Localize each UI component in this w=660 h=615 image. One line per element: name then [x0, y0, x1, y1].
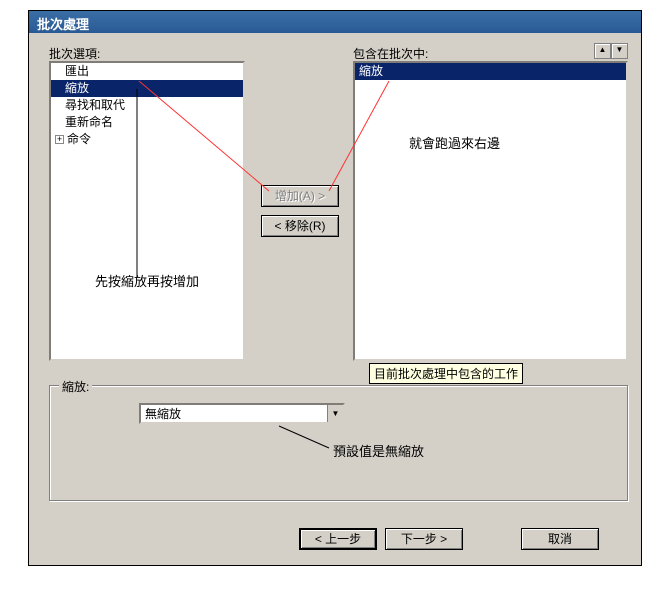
dialog-content: 批次選項: 包含在批次中: ▲ ▼ 匯出 縮放 尋找和取代 重新命名 +命令 縮…: [29, 33, 641, 565]
list-item-selected[interactable]: 縮放: [51, 80, 243, 97]
dialog-title: 批次處理: [37, 17, 89, 32]
list-item-selected[interactable]: 縮放: [355, 63, 626, 80]
next-button[interactable]: 下一步 >: [385, 528, 463, 550]
move-down-button[interactable]: ▼: [611, 43, 628, 59]
list-item[interactable]: 尋找和取代: [51, 97, 243, 114]
scale-combobox[interactable]: 無縮放 ▼: [139, 403, 345, 424]
options-label: 批次選項:: [49, 45, 100, 62]
annotation-text: 預設值是無縮放: [333, 441, 424, 460]
expand-icon[interactable]: +: [55, 135, 64, 144]
annotation-text: 就會跑過來右邊: [409, 133, 500, 152]
combo-value: 無縮放: [141, 405, 327, 422]
tree-item[interactable]: +命令: [51, 131, 243, 148]
batch-dialog: 批次處理 批次選項: 包含在批次中: ▲ ▼ 匯出 縮放 尋找和取代 重新命名 …: [28, 10, 642, 566]
move-up-button[interactable]: ▲: [594, 43, 611, 59]
groupbox-label: 縮放:: [59, 378, 92, 395]
options-listbox[interactable]: 匯出 縮放 尋找和取代 重新命名 +命令: [49, 61, 245, 361]
tree-item-label: 命令: [67, 132, 91, 146]
reorder-spinner[interactable]: ▲ ▼: [594, 43, 628, 59]
included-label: 包含在批次中:: [353, 45, 428, 62]
title-bar: 批次處理: [29, 11, 641, 33]
list-item[interactable]: 重新命名: [51, 114, 243, 131]
tooltip: 目前批次處理中包含的工作: [369, 363, 523, 384]
annotation-text: 先按縮放再按增加: [95, 271, 199, 290]
included-listbox[interactable]: 縮放: [353, 61, 628, 361]
cancel-button[interactable]: 取消: [521, 528, 599, 550]
dropdown-icon[interactable]: ▼: [327, 405, 343, 422]
add-button[interactable]: 增加(A) >: [261, 185, 339, 207]
back-button[interactable]: < 上一步: [299, 528, 377, 550]
remove-button[interactable]: < 移除(R): [261, 215, 339, 237]
list-item[interactable]: 匯出: [51, 63, 243, 80]
